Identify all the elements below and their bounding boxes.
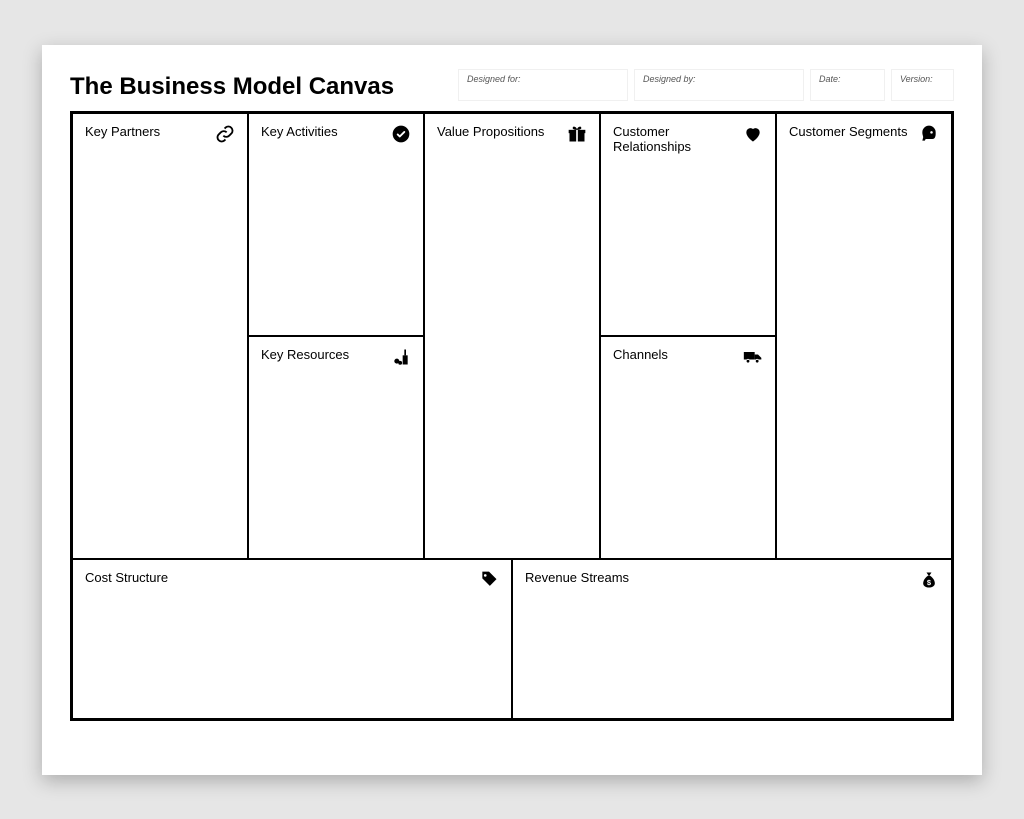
canvas-page: The Business Model Canvas Designed for: …	[42, 45, 982, 775]
label-customer-relationships: Customer Relationships	[613, 124, 743, 154]
cell-key-activities: Key Activities	[249, 114, 423, 337]
col-key-partners: Key Partners	[73, 114, 249, 558]
canvas-bottom-row: Cost Structure Revenue Streams $	[73, 558, 951, 718]
col-relationships-channels: Customer Relationships Channels	[601, 114, 777, 558]
canvas-top-row: Key Partners Key Activities	[73, 114, 951, 558]
check-circle-icon	[391, 124, 411, 144]
label-customer-segments: Customer Segments	[789, 124, 908, 139]
field-designed-for[interactable]: Designed for:	[458, 69, 628, 101]
heart-icon	[743, 124, 763, 144]
label-value-propositions: Value Propositions	[437, 124, 544, 139]
field-date[interactable]: Date:	[810, 69, 885, 101]
money-bag-icon: $	[919, 570, 939, 590]
field-designed-by[interactable]: Designed by:	[634, 69, 804, 101]
cell-key-resources: Key Resources	[249, 337, 423, 558]
cell-customer-relationships: Customer Relationships	[601, 114, 775, 337]
gift-icon	[567, 124, 587, 144]
factory-icon	[391, 347, 411, 367]
truck-icon	[743, 347, 763, 367]
col-customer-segments: Customer Segments	[777, 114, 951, 558]
label-key-activities: Key Activities	[261, 124, 338, 139]
price-tag-icon	[479, 570, 499, 590]
label-cost-structure: Cost Structure	[85, 570, 168, 585]
field-version[interactable]: Version:	[891, 69, 954, 101]
page-title: The Business Model Canvas	[70, 69, 450, 101]
label-channels: Channels	[613, 347, 668, 362]
meta-fields: Designed for: Designed by: Date: Version…	[458, 69, 954, 101]
col-key-activities-resources: Key Activities Key Resources	[249, 114, 425, 558]
person-head-icon	[919, 124, 939, 144]
cell-revenue-streams: Revenue Streams $	[513, 560, 951, 718]
cell-channels: Channels	[601, 337, 775, 558]
cell-cost-structure: Cost Structure	[73, 560, 513, 718]
business-model-canvas: Key Partners Key Activities	[70, 111, 954, 721]
col-value-propositions: Value Propositions	[425, 114, 601, 558]
header-row: The Business Model Canvas Designed for: …	[70, 69, 954, 101]
label-key-resources: Key Resources	[261, 347, 349, 362]
link-icon	[215, 124, 235, 144]
label-key-partners: Key Partners	[85, 124, 160, 139]
label-revenue-streams: Revenue Streams	[525, 570, 629, 585]
